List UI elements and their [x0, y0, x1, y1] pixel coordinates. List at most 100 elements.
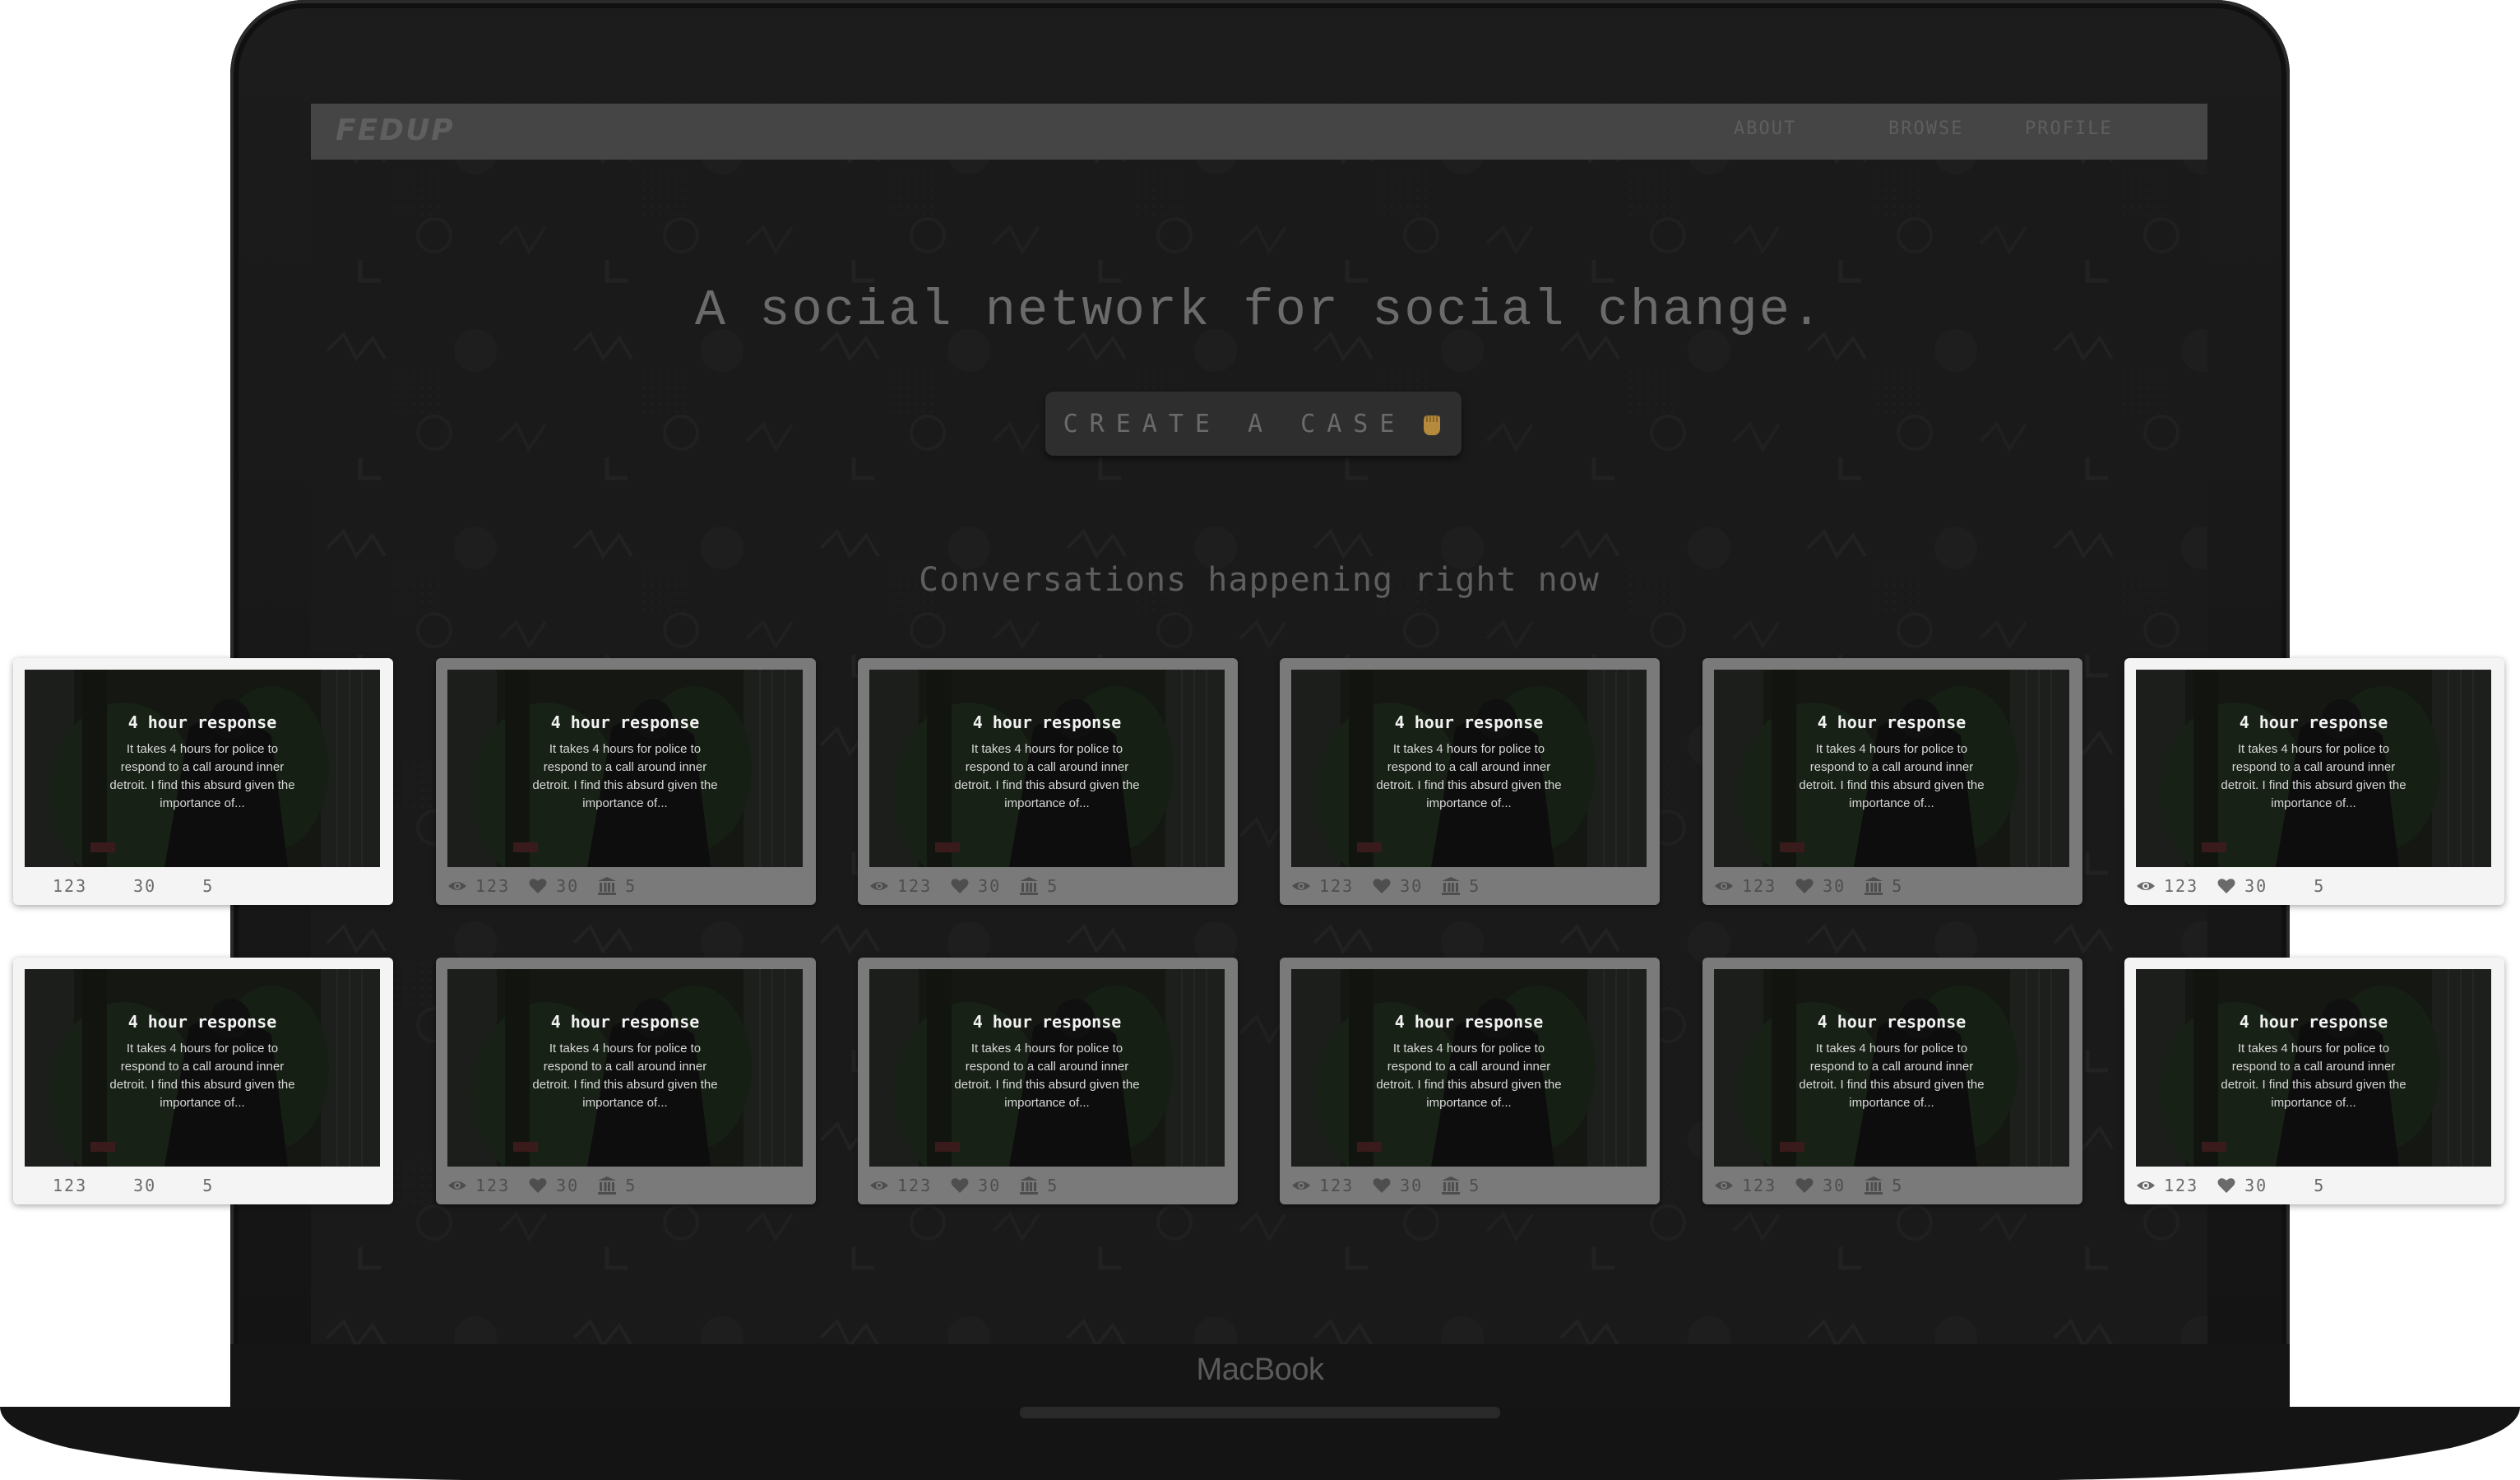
- case-stats: 123 30 5: [869, 874, 1077, 898]
- views-count: 123: [897, 1176, 933, 1195]
- likes-stat[interactable]: 30: [950, 876, 1001, 896]
- case-card-2[interactable]: 4 hour response It takes 4 hours for pol…: [436, 658, 816, 905]
- device-mockup: FEDUP ABOUT BROWSE PROFILE A social netw…: [0, 0, 2520, 1480]
- views-count: 123: [1319, 1176, 1355, 1195]
- views-stat: 123: [1714, 876, 1777, 896]
- case-description: It takes 4 hours for police to respond t…: [1376, 1042, 1562, 1110]
- heart-icon[interactable]: [950, 876, 970, 896]
- case-card-8[interactable]: 4 hour response It takes 4 hours for pol…: [436, 958, 816, 1204]
- cases-count: 5: [1047, 876, 1059, 896]
- case-title: 4 hour response: [972, 1012, 1122, 1032]
- likes-stat[interactable]: 30: [2217, 1176, 2268, 1195]
- heart-icon[interactable]: [2217, 876, 2236, 896]
- case-thumbnail: 4 hour response It takes 4 hours for pol…: [25, 670, 380, 867]
- case-description: It takes 4 hours for police to respond t…: [954, 1042, 1140, 1110]
- heart-icon[interactable]: [950, 1176, 970, 1195]
- case-thumbnail: 4 hour response It takes 4 hours for pol…: [869, 670, 1225, 867]
- views-stat: 123: [447, 876, 510, 896]
- cases-stat: 5: [1441, 1176, 1480, 1195]
- case-stats: 123 30 5: [2136, 874, 2343, 898]
- case-description: It takes 4 hours for police to respond t…: [2221, 742, 2407, 810]
- case-title: 4 hour response: [2239, 712, 2388, 732]
- likes-stat[interactable]: 30: [1372, 1176, 1423, 1195]
- cases-count: 5: [625, 1176, 637, 1195]
- case-description: It takes 4 hours for police to respond t…: [1799, 742, 1985, 810]
- heart-icon[interactable]: [1372, 1176, 1392, 1195]
- heart-icon[interactable]: [528, 1176, 548, 1195]
- case-card-12[interactable]: 4 hour response It takes 4 hours for pol…: [2124, 958, 2504, 1204]
- likes-count: 30: [1823, 1176, 1846, 1195]
- likes-count: 30: [556, 1176, 580, 1195]
- views-count: 123: [897, 876, 933, 896]
- views-count: 123: [1319, 876, 1355, 896]
- eye-icon: [1291, 1176, 1311, 1195]
- case-thumbnail: 4 hour response It takes 4 hours for pol…: [447, 969, 803, 1167]
- institution-icon: [1019, 876, 1039, 896]
- institution-icon: [1019, 1176, 1039, 1195]
- views-count: 123: [475, 1176, 511, 1195]
- eye-icon: [447, 876, 467, 896]
- likes-stat[interactable]: 30: [1795, 1176, 1846, 1195]
- case-card-7[interactable]: 4 hour response It takes 4 hours for pol…: [13, 958, 393, 1204]
- cases-count: 5: [2314, 876, 2326, 896]
- likes-stat[interactable]: 30: [105, 876, 156, 896]
- likes-stat[interactable]: 30: [1372, 876, 1423, 896]
- heart-icon[interactable]: [2217, 1176, 2236, 1195]
- cases-count: 5: [202, 876, 215, 896]
- likes-stat[interactable]: 30: [105, 1176, 156, 1195]
- case-card-11[interactable]: 4 hour response It takes 4 hours for pol…: [1702, 958, 2082, 1204]
- views-stat: 123: [1291, 1176, 1354, 1195]
- case-card-5[interactable]: 4 hour response It takes 4 hours for pol…: [1702, 658, 2082, 905]
- case-card-3[interactable]: 4 hour response It takes 4 hours for pol…: [858, 658, 1238, 905]
- eye-icon: [2136, 1176, 2156, 1195]
- views-stat: 123: [869, 876, 932, 896]
- likes-stat[interactable]: 30: [528, 876, 579, 896]
- case-stats: 123 30 5: [869, 1173, 1077, 1198]
- likes-count: 30: [2244, 876, 2268, 896]
- case-card-9[interactable]: 4 hour response It takes 4 hours for pol…: [858, 958, 1238, 1204]
- case-thumbnail: 4 hour response It takes 4 hours for pol…: [25, 969, 380, 1167]
- likes-stat[interactable]: 30: [1795, 876, 1846, 896]
- cases-stat: 5: [597, 876, 637, 896]
- case-card-1[interactable]: 4 hour response It takes 4 hours for pol…: [13, 658, 393, 905]
- case-thumbnail: 4 hour response It takes 4 hours for pol…: [2136, 969, 2491, 1167]
- cases-count: 5: [1047, 1176, 1059, 1195]
- case-card-4[interactable]: 4 hour response It takes 4 hours for pol…: [1280, 658, 1660, 905]
- cases-stat: 5: [597, 1176, 637, 1195]
- cases-stat: 5: [174, 876, 214, 896]
- views-stat: 123: [25, 876, 87, 896]
- likes-stat[interactable]: 30: [2217, 876, 2268, 896]
- institution-icon: [1864, 1176, 1883, 1195]
- case-card-10[interactable]: 4 hour response It takes 4 hours for pol…: [1280, 958, 1660, 1204]
- heart-icon[interactable]: [1372, 876, 1392, 896]
- eye-icon: [1291, 876, 1311, 896]
- case-title: 4 hour response: [1817, 1012, 1966, 1032]
- views-count: 123: [475, 876, 511, 896]
- heart-icon[interactable]: [528, 876, 548, 896]
- cases-stat: 5: [174, 1176, 214, 1195]
- heart-icon[interactable]: [1795, 1176, 1814, 1195]
- cases-stat: 5: [1019, 876, 1058, 896]
- case-description: It takes 4 hours for police to respond t…: [1376, 742, 1562, 810]
- case-title: 4 hour response: [2239, 1012, 2388, 1032]
- views-count: 123: [1742, 876, 1777, 896]
- likes-count: 30: [978, 876, 1002, 896]
- case-title: 4 hour response: [127, 712, 277, 732]
- case-card-6[interactable]: 4 hour response It takes 4 hours for pol…: [2124, 658, 2504, 905]
- likes-stat[interactable]: 30: [950, 1176, 1001, 1195]
- case-thumbnail: 4 hour response It takes 4 hours for pol…: [447, 670, 803, 867]
- cases-stat: 5: [2286, 1176, 2325, 1195]
- cases-count: 5: [1892, 1176, 1904, 1195]
- cases-stat: 5: [1864, 1176, 1903, 1195]
- views-stat: 123: [2136, 876, 2198, 896]
- case-stats: 123 30 5: [1291, 874, 1499, 898]
- case-card-grid: 4 hour response It takes 4 hours for pol…: [0, 0, 2520, 1480]
- institution-icon: [1441, 876, 1461, 896]
- heart-icon[interactable]: [1795, 876, 1814, 896]
- cases-stat: 5: [1441, 876, 1480, 896]
- likes-stat[interactable]: 30: [528, 1176, 579, 1195]
- case-thumbnail: 4 hour response It takes 4 hours for pol…: [1291, 969, 1647, 1167]
- case-description: It takes 4 hours for police to respond t…: [2221, 1042, 2407, 1110]
- views-stat: 123: [447, 1176, 510, 1195]
- cases-count: 5: [1469, 876, 1481, 896]
